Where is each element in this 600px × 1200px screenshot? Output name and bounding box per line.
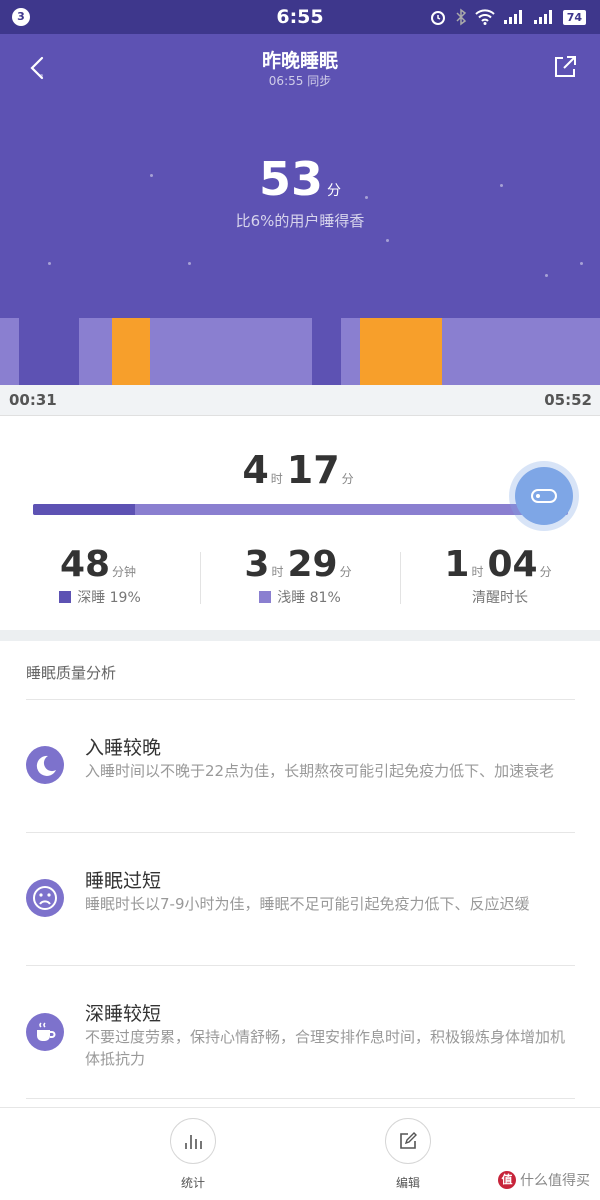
total-hours: 4 xyxy=(242,448,269,492)
edit-tab[interactable]: 编辑 xyxy=(378,1118,438,1191)
edit-label: 编辑 xyxy=(395,1176,420,1190)
light-legend-swatch xyxy=(259,591,272,603)
share-button[interactable] xyxy=(550,52,580,82)
star-dot xyxy=(48,262,51,265)
light-label: 浅睡 81% xyxy=(277,590,341,606)
sleep-ratio-bar xyxy=(33,504,568,515)
awake-hours: 1 xyxy=(444,544,470,585)
awake-hour-unit: 时 xyxy=(471,565,484,579)
light-minutes: 29 xyxy=(287,544,338,585)
star-dot xyxy=(580,262,583,265)
wifi-icon xyxy=(474,9,495,25)
status-icons: 74 xyxy=(429,8,586,26)
total-minutes-unit: 分 xyxy=(341,472,354,486)
sleep-start-time: 00:31 xyxy=(9,391,57,409)
bluetooth-icon xyxy=(456,8,466,26)
deep-label: 深睡 19% xyxy=(77,590,141,606)
bar-chart-icon xyxy=(185,1135,202,1149)
light-minute-unit: 分 xyxy=(339,565,352,579)
deep-value: 48 xyxy=(59,544,111,585)
signal-icon xyxy=(503,10,522,24)
timeline-segment-light xyxy=(340,318,360,385)
light-hour-unit: 时 xyxy=(271,565,284,579)
divider xyxy=(26,1098,575,1099)
deep-legend-swatch xyxy=(59,591,72,603)
watermark: 值 什么值得买 xyxy=(498,1170,590,1190)
sad-face-icon xyxy=(26,879,64,917)
score-unit: 分 xyxy=(327,183,341,199)
light-sleep-stat: 3 时 29 分 浅睡 81% xyxy=(200,544,400,607)
section-separator xyxy=(0,630,600,641)
awake-label: 清醒时长 xyxy=(472,590,528,606)
analysis-item[interactable]: 睡眠过短 睡眠时长以7-9小时为佳，睡眠不足可能引起免疫力低下、反应迟缓 xyxy=(0,832,600,965)
score-value: 53 xyxy=(258,152,323,206)
deep-sleep-fill xyxy=(33,504,135,515)
score-description: 比6%的用户睡得香 xyxy=(235,212,365,230)
star-dot xyxy=(188,262,191,265)
timeline-segment-light xyxy=(442,318,600,385)
analysis-item[interactable]: 深睡较短 不要过度劳累，保持心情舒畅，合理安排作息时间，积极锻炼身体增加机体抵抗… xyxy=(0,965,600,1098)
timeline-axis: 00:31 05:52 xyxy=(0,385,600,416)
timeline-segment-light xyxy=(150,318,312,385)
star-dot xyxy=(386,239,389,242)
analysis-item-desc: 睡眠时长以7-9小时为佳，睡眠不足可能引起免疫力低下、反应迟缓 xyxy=(85,895,530,913)
awake-minutes: 04 xyxy=(487,544,538,585)
stats-button[interactable] xyxy=(170,1118,216,1164)
page-title: 昨晚睡眠 xyxy=(261,50,338,72)
coffee-cup-icon xyxy=(26,1013,64,1051)
sleep-timeline[interactable] xyxy=(0,318,600,385)
sleep-end-time: 05:52 xyxy=(544,391,592,409)
timeline-segment-light xyxy=(0,318,20,385)
timeline-segment-light xyxy=(79,318,113,385)
total-minutes: 17 xyxy=(286,448,340,492)
edit-button[interactable] xyxy=(385,1118,431,1164)
deep-sleep-stat: 48 分钟 深睡 19% xyxy=(0,544,200,607)
stats-label: 统计 xyxy=(180,1176,205,1190)
watermark-text: 什么值得买 xyxy=(520,1173,590,1189)
analysis-item-title: 睡眠过短 xyxy=(85,870,162,892)
star-dot xyxy=(545,274,548,277)
sync-time: 06:55 同步 xyxy=(268,74,332,88)
status-bar: 3 6:55 74 xyxy=(0,0,600,34)
sleep-header: 昨晚睡眠 06:55 同步 53 分 比6%的用户睡得香 xyxy=(0,34,600,318)
timeline-segment-awake xyxy=(360,318,443,385)
signal-icon-2 xyxy=(533,10,552,24)
analysis-item-desc: 不要过度劳累，保持心情舒畅，合理安排作息时间，积极锻炼身体增加机体抵抗力 xyxy=(85,1028,566,1068)
timeline-segment-awake xyxy=(112,318,150,385)
edit-icon xyxy=(400,1132,417,1149)
timeline-segment-deep xyxy=(312,318,341,385)
band-icon xyxy=(531,489,557,503)
analysis-item-desc: 入睡时间以不晚于22点为佳，长期熬夜可能引起免疫力低下、加速衰老 xyxy=(85,762,555,780)
share-icon xyxy=(555,56,576,77)
analysis-item[interactable]: 入睡较晚 入睡时间以不晚于22点为佳，长期熬夜可能引起免疫力低下、加速衰老 xyxy=(0,699,600,832)
stats-tab[interactable]: 统计 xyxy=(163,1118,223,1191)
total-hours-unit: 时 xyxy=(270,472,283,486)
timeline-segment-deep xyxy=(19,318,80,385)
total-sleep-duration: 4 时 17 分 xyxy=(0,448,600,492)
alarm-icon xyxy=(430,11,445,25)
analysis-section-title: 睡眠质量分析 xyxy=(26,664,117,682)
battery-indicator: 74 xyxy=(562,9,586,25)
watermark-badge: 值 xyxy=(498,1171,516,1189)
moon-icon xyxy=(26,746,64,784)
awake-minute-unit: 分 xyxy=(539,565,552,579)
sleep-score: 53 分 xyxy=(0,152,600,206)
light-hours: 3 xyxy=(244,544,270,585)
analysis-item-title: 入睡较晚 xyxy=(85,737,162,759)
device-float-button[interactable] xyxy=(515,467,573,525)
deep-unit: 分钟 xyxy=(112,565,137,579)
analysis-item-title: 深睡较短 xyxy=(85,1003,162,1025)
awake-stat: 1 时 04 分 清醒时长 xyxy=(400,544,600,607)
